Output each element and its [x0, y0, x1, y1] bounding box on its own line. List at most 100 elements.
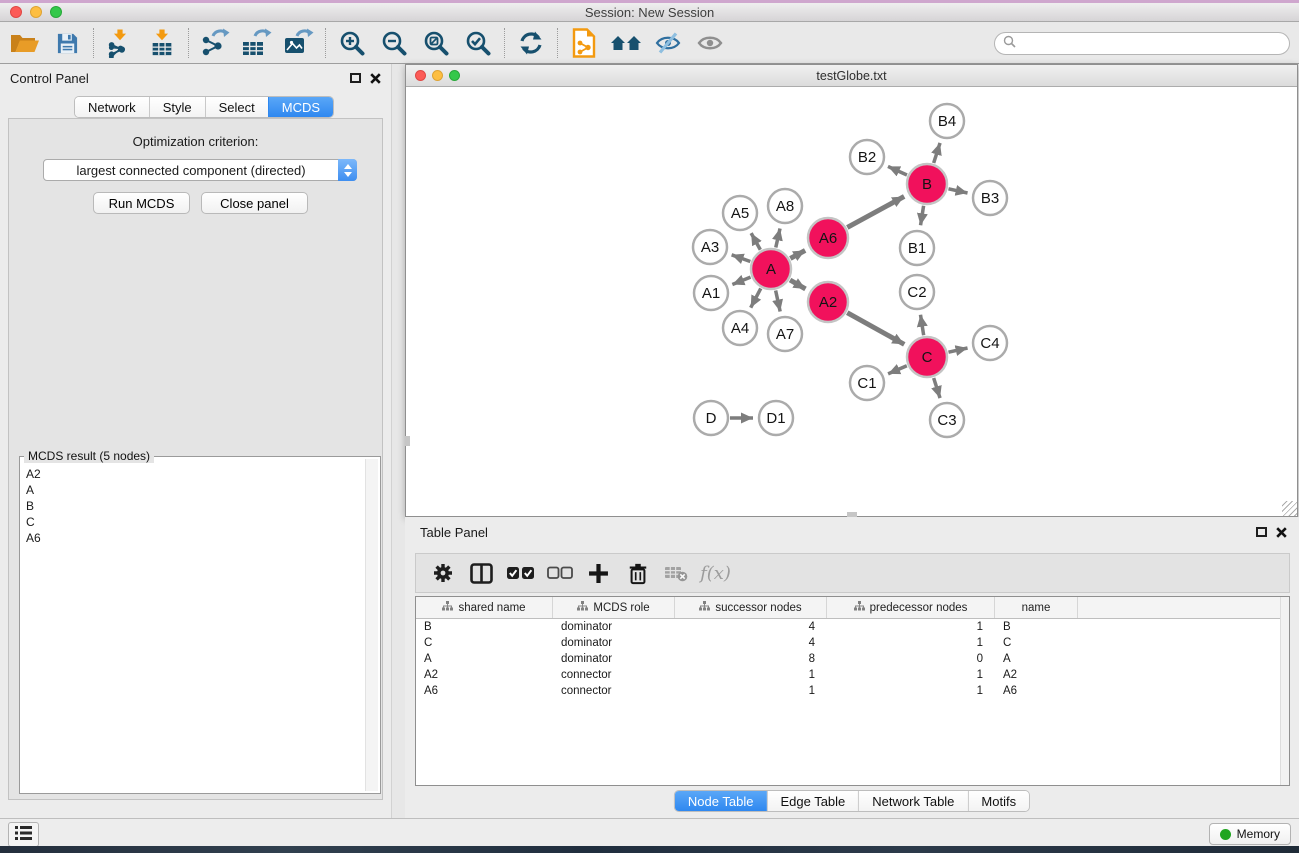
close-window-button[interactable] — [10, 6, 22, 18]
graph-node-B4[interactable]: B4 — [930, 104, 964, 138]
mcds-list-scrollbar[interactable] — [365, 459, 378, 791]
new-network-from-selection-icon[interactable] — [565, 26, 603, 60]
first-neighbors-icon[interactable] — [607, 26, 645, 60]
float-table-panel-icon[interactable] — [1256, 527, 1267, 537]
table-row[interactable]: Adominator80A — [416, 651, 1289, 667]
graph-node-C1[interactable]: C1 — [850, 366, 884, 400]
graph-node-C[interactable]: C — [907, 337, 947, 377]
refresh-icon[interactable] — [512, 26, 550, 60]
table-scrollbar[interactable] — [1280, 597, 1289, 785]
minimize-window-button[interactable] — [30, 6, 42, 18]
tab-mcds[interactable]: MCDS — [268, 97, 333, 117]
edge-A-A6[interactable] — [790, 250, 805, 258]
graph-node-A3[interactable]: A3 — [693, 230, 727, 264]
run-mcds-button[interactable]: Run MCDS — [93, 192, 190, 214]
window-resize-grip[interactable] — [1282, 501, 1297, 516]
graph-node-A5[interactable]: A5 — [723, 196, 757, 230]
edge-A-A4[interactable] — [751, 288, 761, 307]
show-columns-icon[interactable] — [463, 556, 500, 590]
column-header-successor-nodes[interactable]: successor nodes — [675, 597, 827, 618]
table-row[interactable]: Bdominator41B — [416, 619, 1289, 635]
tab-network[interactable]: Network — [75, 97, 149, 117]
edge-B-B2[interactable] — [888, 166, 907, 175]
import-network-icon[interactable] — [101, 26, 139, 60]
panel-splitter[interactable] — [391, 64, 405, 818]
deselect-all-icon[interactable] — [541, 556, 578, 590]
edge-A-A7[interactable] — [776, 291, 781, 312]
open-icon[interactable] — [6, 26, 44, 60]
graph-node-A6[interactable]: A6 — [808, 218, 848, 258]
float-panel-icon[interactable] — [350, 73, 361, 83]
table-row[interactable]: Cdominator41C — [416, 635, 1289, 651]
network-close-button[interactable] — [415, 70, 426, 81]
export-image-icon[interactable] — [280, 26, 318, 60]
tab-motifs[interactable]: Motifs — [967, 791, 1029, 811]
criterion-dropdown[interactable]: largest connected component (directed) — [43, 159, 357, 181]
edge-B-B1[interactable] — [921, 206, 924, 226]
save-icon[interactable] — [48, 26, 86, 60]
graph-node-D1[interactable]: D1 — [759, 401, 793, 435]
graph-node-A7[interactable]: A7 — [768, 317, 802, 351]
search-input[interactable] — [1021, 35, 1289, 53]
task-history-button[interactable] — [8, 822, 39, 847]
graph-node-A1[interactable]: A1 — [694, 276, 728, 310]
mcds-result-item[interactable]: A — [22, 482, 363, 498]
graph-node-C2[interactable]: C2 — [900, 275, 934, 309]
edge-B-B3[interactable] — [948, 189, 967, 193]
table-row[interactable]: A2connector11A2 — [416, 667, 1289, 683]
edge-C-C2[interactable] — [920, 315, 923, 336]
zoom-out-icon[interactable] — [375, 26, 413, 60]
export-network-icon[interactable] — [196, 26, 234, 60]
graph-node-C4[interactable]: C4 — [973, 326, 1007, 360]
tab-edge-table[interactable]: Edge Table — [766, 791, 858, 811]
network-zoom-button[interactable] — [449, 70, 460, 81]
zoom-in-icon[interactable] — [333, 26, 371, 60]
graph-node-A[interactable]: A — [751, 249, 791, 289]
mcds-result-item[interactable]: B — [22, 498, 363, 514]
graph-node-C3[interactable]: C3 — [930, 403, 964, 437]
column-header-MCDS-role[interactable]: MCDS role — [553, 597, 675, 618]
column-header-shared-name[interactable]: shared name — [416, 597, 553, 618]
memory-button[interactable]: Memory — [1209, 823, 1291, 845]
edge-C-C1[interactable] — [888, 366, 907, 374]
edge-A-A5[interactable] — [751, 233, 760, 250]
graph-node-A4[interactable]: A4 — [723, 311, 757, 345]
graph-node-A2[interactable]: A2 — [808, 282, 848, 322]
zoom-fit-icon[interactable] — [417, 26, 455, 60]
edge-A-A3[interactable] — [732, 255, 751, 262]
select-all-icon[interactable] — [502, 556, 539, 590]
mcds-result-item[interactable]: A2 — [22, 466, 363, 482]
export-table-icon[interactable] — [238, 26, 276, 60]
edge-A2-C[interactable] — [847, 313, 904, 345]
mcds-result-item[interactable]: A6 — [22, 530, 363, 546]
tab-select[interactable]: Select — [205, 97, 268, 117]
graph-node-B2[interactable]: B2 — [850, 140, 884, 174]
import-table-icon[interactable] — [143, 26, 181, 60]
hide-selected-icon[interactable] — [649, 26, 687, 60]
show-all-icon[interactable] — [691, 26, 729, 60]
graph-node-B1[interactable]: B1 — [900, 231, 934, 265]
edge-A-A2[interactable] — [790, 280, 805, 289]
tab-network-table[interactable]: Network Table — [858, 791, 967, 811]
graph-node-B3[interactable]: B3 — [973, 181, 1007, 215]
edge-A-A8[interactable] — [776, 228, 780, 247]
tab-node-table[interactable]: Node Table — [675, 791, 767, 811]
column-header-predecessor-nodes[interactable]: predecessor nodes — [827, 597, 995, 618]
close-panel-icon[interactable] — [370, 73, 381, 84]
add-icon[interactable] — [580, 556, 617, 590]
column-header-name[interactable]: name — [995, 597, 1078, 618]
graph-node-D[interactable]: D — [694, 401, 728, 435]
edge-C-C3[interactable] — [934, 378, 940, 398]
close-panel-button[interactable]: Close panel — [201, 192, 308, 214]
edge-A6-B[interactable] — [847, 196, 904, 227]
tab-style[interactable]: Style — [149, 97, 205, 117]
network-canvas[interactable]: A A1 A2 A3 A4 A5 A6 A7 A8 B B1 B2 B3 B4 C C1 C2 C3 C4 D D1 — [406, 87, 1297, 516]
mcds-result-item[interactable]: C — [22, 514, 363, 530]
graph-node-A8[interactable]: A8 — [768, 189, 802, 223]
edge-A-A1[interactable] — [732, 277, 750, 284]
zoom-selected-icon[interactable] — [459, 26, 497, 60]
settings-icon[interactable] — [424, 556, 461, 590]
vertical-scroll-thumb[interactable] — [405, 436, 410, 446]
table-row[interactable]: A6connector11A6 — [416, 683, 1289, 699]
graph-node-B[interactable]: B — [907, 164, 947, 204]
